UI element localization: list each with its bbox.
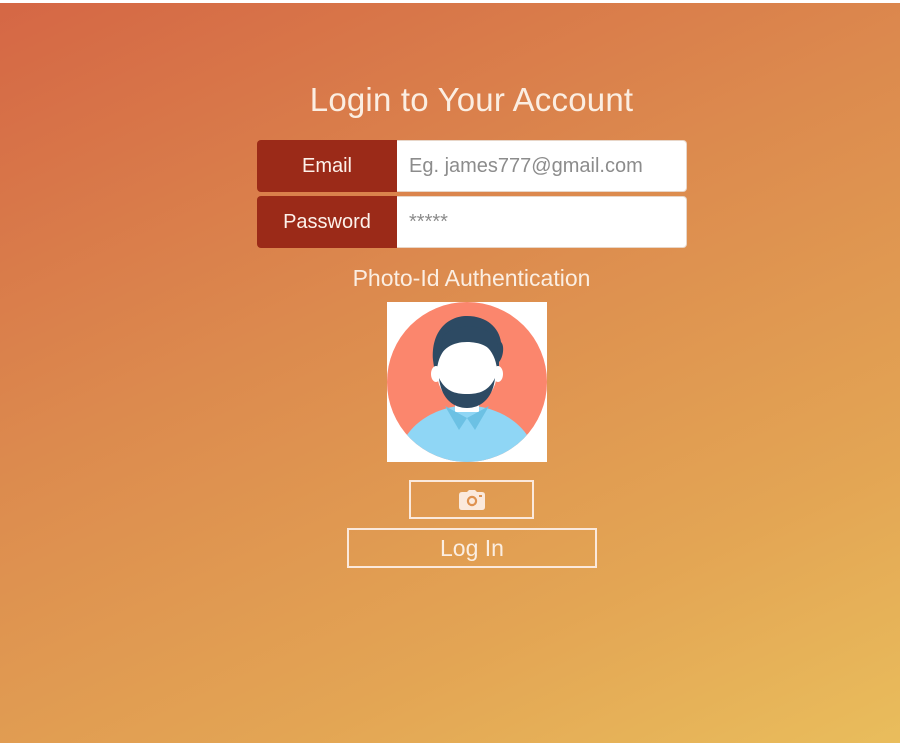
camera-icon [458,489,485,510]
camera-button[interactable] [409,480,534,519]
login-page: Login to Your Account Email Password Pho… [0,3,900,743]
user-avatar-icon [387,302,547,462]
photo-auth-label: Photo-Id Authentication [352,265,591,291]
password-label: Password [257,196,397,248]
email-field[interactable] [397,140,687,192]
login-button[interactable]: Log In [347,528,597,568]
email-label: Email [257,140,397,192]
password-row: Password [257,196,687,248]
password-field[interactable] [397,196,687,248]
email-row: Email [257,140,687,192]
page-title: Login to Your Account [309,81,634,118]
